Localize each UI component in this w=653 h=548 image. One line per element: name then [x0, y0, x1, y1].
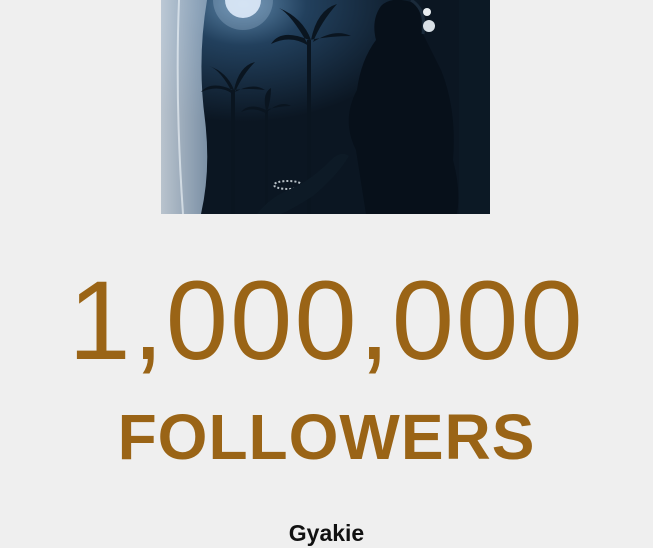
followers-label: FOLLOWERS [117, 401, 536, 473]
artist-cover-photo [161, 0, 490, 214]
artist-name: Gyakie [288, 520, 365, 546]
follower-count: 1,000,000 [68, 258, 585, 383]
